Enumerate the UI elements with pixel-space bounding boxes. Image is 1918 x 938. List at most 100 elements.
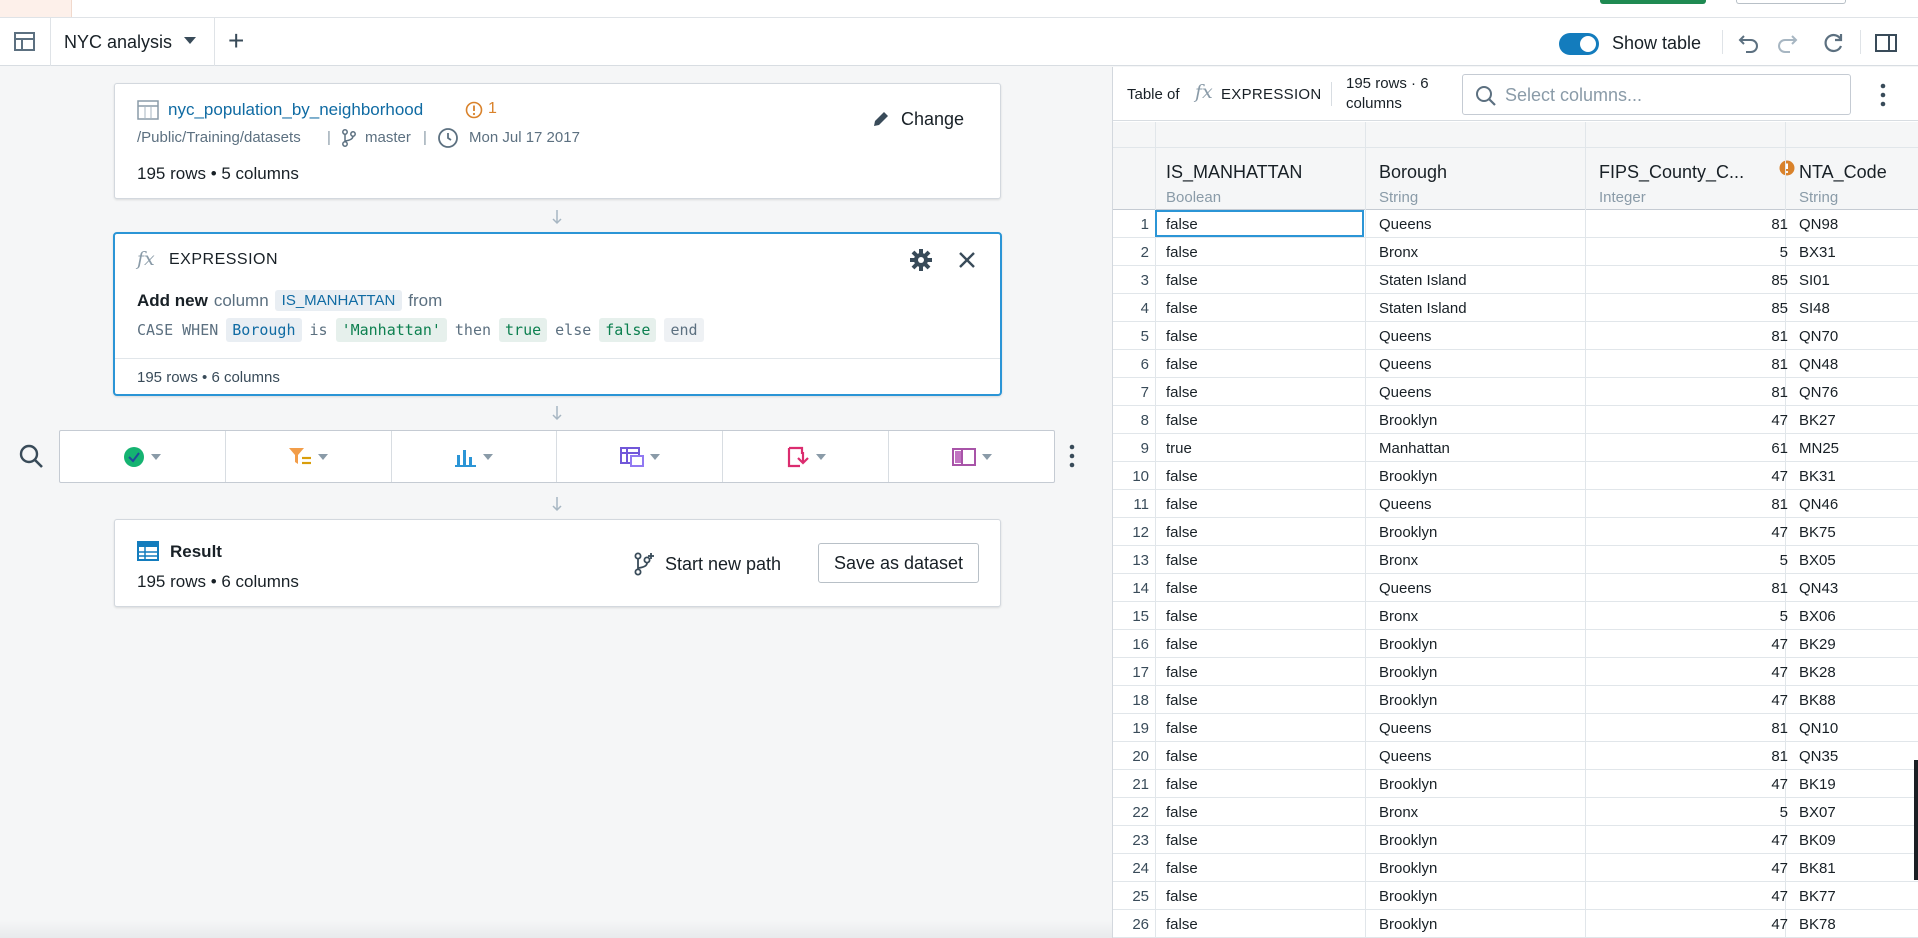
cell-borough[interactable]: Brooklyn xyxy=(1379,692,1437,709)
cell-is-manhattan[interactable]: false xyxy=(1166,356,1198,373)
cell-fips-county-code[interactable]: 47 xyxy=(1599,860,1788,877)
cell-fips-county-code[interactable]: 81 xyxy=(1599,496,1788,513)
cell-nta-code[interactable]: BK77 xyxy=(1799,888,1836,905)
cell-nta-code[interactable]: SI48 xyxy=(1799,300,1830,317)
warning-count[interactable]: 1 xyxy=(488,100,497,118)
cell-is-manhattan[interactable]: false xyxy=(1166,272,1198,289)
filter-dropdown[interactable] xyxy=(226,431,392,482)
cell-borough[interactable]: Brooklyn xyxy=(1379,832,1437,849)
cell-borough[interactable]: Queens xyxy=(1379,748,1432,765)
cell-nta-code[interactable]: BK09 xyxy=(1799,832,1836,849)
warning-icon[interactable] xyxy=(1779,160,1795,176)
cell-nta-code[interactable]: BX31 xyxy=(1799,244,1836,261)
analysis-tab-title[interactable]: NYC analysis xyxy=(64,32,172,53)
table-row[interactable]: 22 false Bronx 5 BX07 xyxy=(1113,798,1918,826)
cell-nta-code[interactable]: QN35 xyxy=(1799,748,1838,765)
cell-nta-code[interactable]: QN10 xyxy=(1799,720,1838,737)
cell-is-manhattan[interactable]: false xyxy=(1166,216,1198,233)
cell-fips-county-code[interactable]: 5 xyxy=(1599,608,1788,625)
cell-borough[interactable]: Bronx xyxy=(1379,244,1418,261)
cell-is-manhattan[interactable]: false xyxy=(1166,720,1198,737)
table-row[interactable]: 4 false Staten Island 85 SI48 xyxy=(1113,294,1918,322)
result-card[interactable]: Result 195 rows • 6 columns Start new pa… xyxy=(114,519,1001,607)
cell-borough[interactable]: Bronx xyxy=(1379,608,1418,625)
add-tab-button[interactable]: + xyxy=(228,27,244,55)
cell-is-manhattan[interactable]: false xyxy=(1166,580,1198,597)
cell-fips-county-code[interactable]: 81 xyxy=(1599,384,1788,401)
cell-borough[interactable]: Brooklyn xyxy=(1379,664,1437,681)
cell-is-manhattan[interactable]: false xyxy=(1166,496,1198,513)
cell-is-manhattan[interactable]: false xyxy=(1166,636,1198,653)
transform-dropdown[interactable] xyxy=(723,431,890,482)
chart-dropdown[interactable] xyxy=(392,431,558,482)
save-as-dataset-button[interactable]: Save as dataset xyxy=(818,543,979,583)
table-row[interactable]: 8 false Brooklyn 47 BK27 xyxy=(1113,406,1918,434)
side-panel-icon[interactable] xyxy=(1873,30,1899,56)
cell-fips-county-code[interactable]: 81 xyxy=(1599,720,1788,737)
dataset-name-link[interactable]: nyc_population_by_neighborhood xyxy=(168,100,423,120)
cell-is-manhattan[interactable]: false xyxy=(1166,384,1198,401)
table-row[interactable]: 14 false Queens 81 QN43 xyxy=(1113,574,1918,602)
refresh-icon[interactable] xyxy=(1820,30,1846,56)
cell-is-manhattan[interactable]: false xyxy=(1166,776,1198,793)
cell-is-manhattan[interactable]: false xyxy=(1166,860,1198,877)
table-row[interactable]: 12 false Brooklyn 47 BK75 xyxy=(1113,518,1918,546)
cell-nta-code[interactable]: BK88 xyxy=(1799,692,1836,709)
cell-is-manhattan[interactable]: false xyxy=(1166,692,1198,709)
cell-borough[interactable]: Queens xyxy=(1379,328,1432,345)
chevron-down-icon[interactable] xyxy=(184,37,196,44)
app-logo-area[interactable] xyxy=(0,0,72,17)
redo-icon[interactable] xyxy=(1774,30,1800,56)
table-row[interactable]: 7 false Queens 81 QN76 xyxy=(1113,378,1918,406)
table-row[interactable]: 10 false Brooklyn 47 BK31 xyxy=(1113,462,1918,490)
table-row[interactable]: 15 false Bronx 5 BX06 xyxy=(1113,602,1918,630)
cell-nta-code[interactable]: BX05 xyxy=(1799,552,1836,569)
cell-fips-county-code[interactable]: 61 xyxy=(1599,440,1788,457)
cell-fips-county-code[interactable]: 85 xyxy=(1599,300,1788,317)
more-vertical-icon[interactable] xyxy=(1879,81,1887,109)
cell-nta-code[interactable]: QN46 xyxy=(1799,496,1838,513)
cell-fips-county-code[interactable]: 47 xyxy=(1599,664,1788,681)
select-columns-input[interactable] xyxy=(1505,83,1835,107)
cell-fips-county-code[interactable]: 47 xyxy=(1599,692,1788,709)
cell-nta-code[interactable]: BK27 xyxy=(1799,412,1836,429)
cell-borough[interactable]: Brooklyn xyxy=(1379,636,1437,653)
cell-borough[interactable]: Manhattan xyxy=(1379,440,1450,457)
cell-is-manhattan[interactable]: false xyxy=(1166,244,1198,261)
code-value-chip[interactable]: 'Manhattan' xyxy=(335,318,447,342)
code-false-chip[interactable]: false xyxy=(599,318,657,342)
secondary-header-button[interactable] xyxy=(1736,0,1846,4)
table-row[interactable]: 13 false Bronx 5 BX05 xyxy=(1113,546,1918,574)
cell-fips-county-code[interactable]: 47 xyxy=(1599,888,1788,905)
cell-is-manhattan[interactable]: false xyxy=(1166,664,1198,681)
cell-is-manhattan[interactable]: false xyxy=(1166,524,1198,541)
cell-nta-code[interactable]: BK81 xyxy=(1799,860,1836,877)
cell-fips-county-code[interactable]: 5 xyxy=(1599,244,1788,261)
table-row[interactable]: 17 false Brooklyn 47 BK28 xyxy=(1113,658,1918,686)
cell-nta-code[interactable]: QN70 xyxy=(1799,328,1838,345)
cell-nta-code[interactable]: BK29 xyxy=(1799,636,1836,653)
code-true-chip[interactable]: true xyxy=(499,318,548,342)
new-column-chip[interactable]: IS_MANHATTAN xyxy=(274,290,403,311)
table-row[interactable]: 9 true Manhattan 61 MN25 xyxy=(1113,434,1918,462)
cell-fips-county-code[interactable]: 81 xyxy=(1599,748,1788,765)
code-field-chip[interactable]: Borough xyxy=(226,318,302,342)
cell-nta-code[interactable]: BK75 xyxy=(1799,524,1836,541)
cell-is-manhattan[interactable]: false xyxy=(1166,328,1198,345)
table-row[interactable]: 21 false Brooklyn 47 BK19 xyxy=(1113,770,1918,798)
cell-nta-code[interactable]: BK78 xyxy=(1799,916,1836,933)
table-row[interactable]: 3 false Staten Island 85 SI01 xyxy=(1113,266,1918,294)
table-row[interactable]: 23 false Brooklyn 47 BK09 xyxy=(1113,826,1918,854)
cell-is-manhattan[interactable]: false xyxy=(1166,916,1198,933)
cell-nta-code[interactable]: BK28 xyxy=(1799,664,1836,681)
start-new-path-button[interactable]: Start new path xyxy=(633,552,781,576)
table-row[interactable]: 24 false Brooklyn 47 BK81 xyxy=(1113,854,1918,882)
table-row[interactable]: 2 false Bronx 5 BX31 xyxy=(1113,238,1918,266)
column-header-name[interactable]: IS_MANHATTAN xyxy=(1166,162,1302,183)
table-icon[interactable] xyxy=(14,32,35,51)
columns-dropdown[interactable] xyxy=(889,431,1054,482)
cell-is-manhattan[interactable]: false xyxy=(1166,552,1198,569)
cell-nta-code[interactable]: QN43 xyxy=(1799,580,1838,597)
source-dataset-card[interactable]: nyc_population_by_neighborhood 1 /Public… xyxy=(114,83,1001,199)
cell-borough[interactable]: Brooklyn xyxy=(1379,412,1437,429)
